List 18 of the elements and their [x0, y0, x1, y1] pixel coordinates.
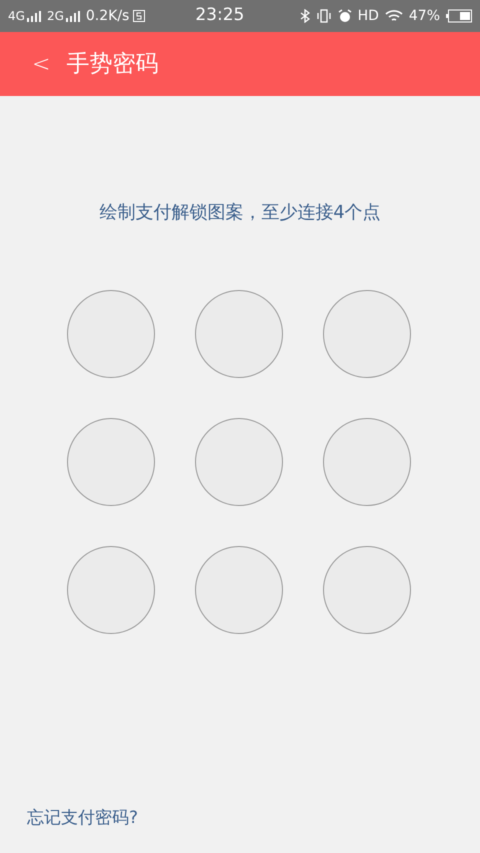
instruction-text: 绘制支付解锁图案，至少连接4个点 — [99, 201, 381, 225]
time-label: 23:25 — [195, 4, 244, 28]
battery-label: 47% — [408, 6, 440, 26]
wifi-icon — [384, 9, 403, 23]
page-title: 手势密码 — [66, 50, 158, 79]
app-notification-icon — [133, 10, 146, 22]
network-label: 2G — [46, 8, 64, 25]
speed-label: 0.2K/s — [86, 6, 130, 26]
back-button[interactable]: < — [32, 48, 50, 80]
bluetooth-icon — [300, 9, 310, 23]
alarm-icon — [338, 9, 352, 23]
signal-icon — [66, 10, 80, 22]
battery-icon — [446, 9, 472, 23]
network-label: 4G — [8, 8, 25, 25]
vibrate-icon — [316, 9, 332, 23]
forgot-password-link[interactable]: 忘记支付密码? — [27, 808, 138, 828]
signal-icon — [26, 10, 41, 22]
hd-label: HD — [358, 6, 379, 26]
